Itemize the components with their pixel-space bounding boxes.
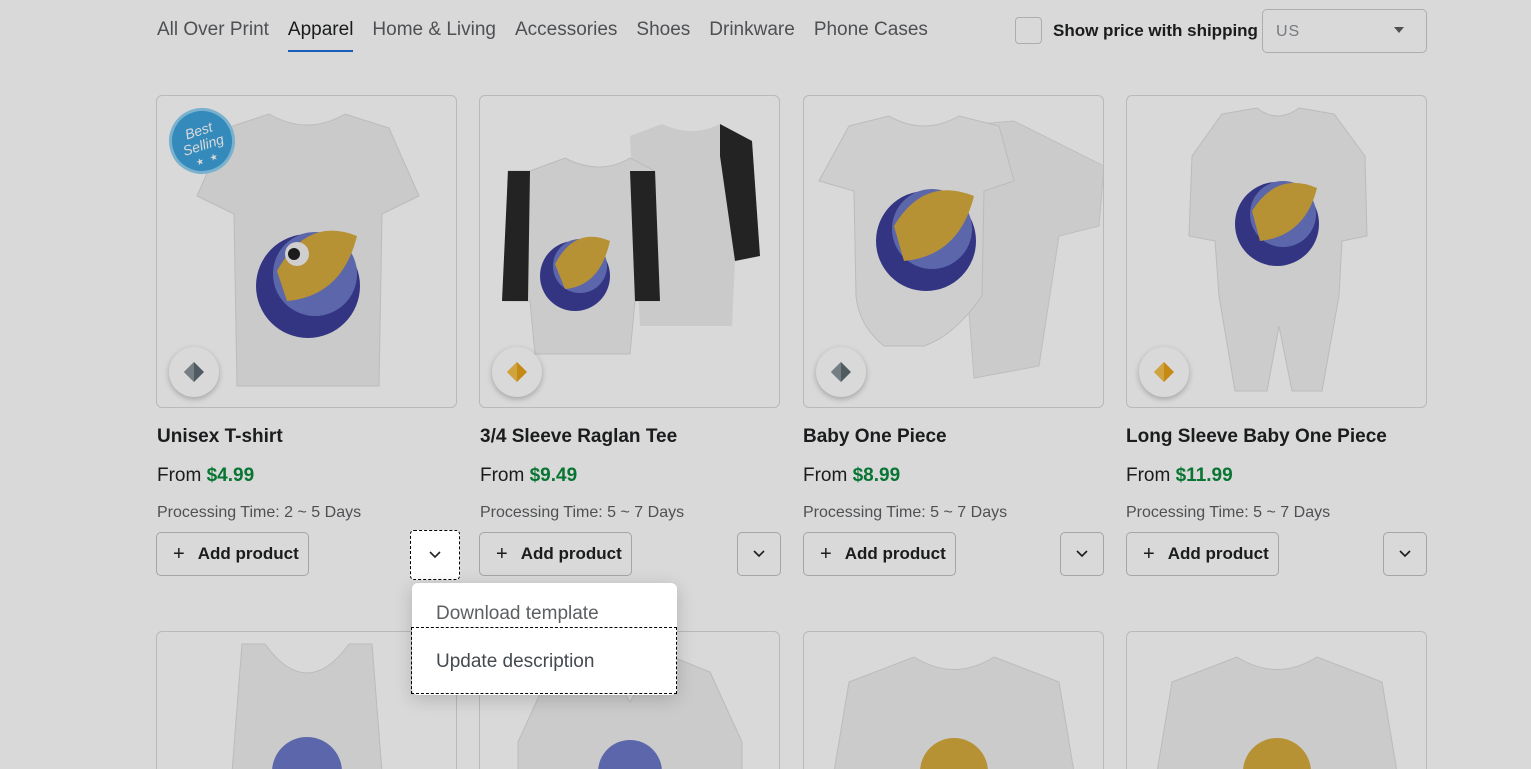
- plus-icon: +: [1143, 542, 1155, 565]
- shipping-checkbox-label: Show price with shipping: [1053, 20, 1258, 40]
- tab-phone-cases[interactable]: Phone Cases: [814, 14, 928, 52]
- product-image-classic-tee[interactable]: [1126, 631, 1427, 769]
- product-image-long-sleeve-baby-one-piece[interactable]: [1126, 95, 1427, 408]
- chevron-down-icon: [1076, 550, 1088, 558]
- price-amount: $11.99: [1175, 465, 1233, 486]
- tab-drinkware[interactable]: Drinkware: [709, 14, 795, 52]
- plus-icon: +: [173, 542, 185, 565]
- country-select[interactable]: US: [1262, 9, 1427, 53]
- price-amount: $4.99: [206, 465, 255, 486]
- processing-time: Processing Time: 5 ~ 7 Days: [1126, 504, 1331, 521]
- add-product-button[interactable]: + Add product: [803, 532, 956, 576]
- product-image-unisex-tshirt[interactable]: Best Selling ★ ★: [156, 95, 457, 408]
- add-product-button[interactable]: + Add product: [1126, 532, 1279, 576]
- chevron-down-icon: [429, 551, 441, 559]
- tier-diamond-icon: [169, 347, 219, 397]
- price-amount: $9.49: [529, 465, 578, 486]
- tab-home-living[interactable]: Home & Living: [372, 14, 496, 52]
- tab-apparel[interactable]: Apparel: [287, 14, 354, 52]
- classic-tee-illustration: [1156, 656, 1398, 769]
- chevron-down-icon: [753, 550, 765, 558]
- add-product-button[interactable]: + Add product: [479, 532, 632, 576]
- more-actions-button[interactable]: [1383, 532, 1427, 576]
- tab-accessories[interactable]: Accessories: [515, 14, 617, 52]
- processing-time: Processing Time: 5 ~ 7 Days: [480, 504, 685, 521]
- category-tabs: All Over Print Apparel Home & Living Acc…: [157, 14, 947, 52]
- add-product-label: Add product: [1167, 544, 1269, 563]
- product-title[interactable]: 3/4 Sleeve Raglan Tee: [480, 426, 677, 448]
- tier-diamond-icon: [492, 347, 542, 397]
- more-actions-button[interactable]: [737, 532, 781, 576]
- product-price: From $11.99: [1126, 465, 1233, 487]
- tab-shoes[interactable]: Shoes: [636, 14, 690, 52]
- more-actions-button[interactable]: [1060, 532, 1104, 576]
- price-prefix: From: [1126, 465, 1171, 486]
- tab-all-over-print[interactable]: All Over Print: [157, 14, 269, 52]
- actions-dropdown-menu: Download template Update description: [411, 583, 677, 695]
- shipping-checkbox[interactable]: [1015, 17, 1042, 44]
- price-prefix: From: [480, 465, 525, 486]
- chevron-down-icon: [1399, 550, 1411, 558]
- add-product-button[interactable]: + Add product: [156, 532, 309, 576]
- tier-diamond-icon: [816, 347, 866, 397]
- product-image-womens-tee[interactable]: [803, 631, 1104, 769]
- processing-time: Processing Time: 2 ~ 5 Days: [157, 504, 362, 521]
- product-title[interactable]: Baby One Piece: [803, 426, 947, 448]
- product-title[interactable]: Long Sleeve Baby One Piece: [1126, 426, 1387, 448]
- menu-item-update-description[interactable]: Update description: [411, 627, 677, 694]
- product-image-raglan-tee[interactable]: [479, 95, 780, 408]
- price-prefix: From: [803, 465, 848, 486]
- product-title[interactable]: Unisex T-shirt: [157, 426, 283, 448]
- plus-icon: +: [496, 542, 508, 565]
- country-select-value: US: [1276, 23, 1301, 40]
- product-price: From $8.99: [803, 465, 900, 487]
- product-image-baby-one-piece[interactable]: [803, 95, 1104, 408]
- caret-down-icon: [1394, 27, 1404, 33]
- more-actions-button-active[interactable]: [410, 530, 460, 580]
- price-prefix: From: [157, 465, 202, 486]
- add-product-label: Add product: [197, 544, 299, 563]
- shipping-price-toggle: Show price with shipping: [1015, 17, 1258, 44]
- catalog-page: All Over Print Apparel Home & Living Acc…: [0, 0, 1531, 769]
- tier-diamond-icon: [1139, 347, 1189, 397]
- add-product-label: Add product: [520, 544, 622, 563]
- price-amount: $8.99: [852, 465, 901, 486]
- product-price: From $9.49: [480, 465, 577, 487]
- add-product-label: Add product: [844, 544, 946, 563]
- womens-tee-illustration: [833, 656, 1075, 769]
- plus-icon: +: [820, 542, 832, 565]
- product-price: From $4.99: [157, 465, 254, 487]
- processing-time: Processing Time: 5 ~ 7 Days: [803, 504, 1008, 521]
